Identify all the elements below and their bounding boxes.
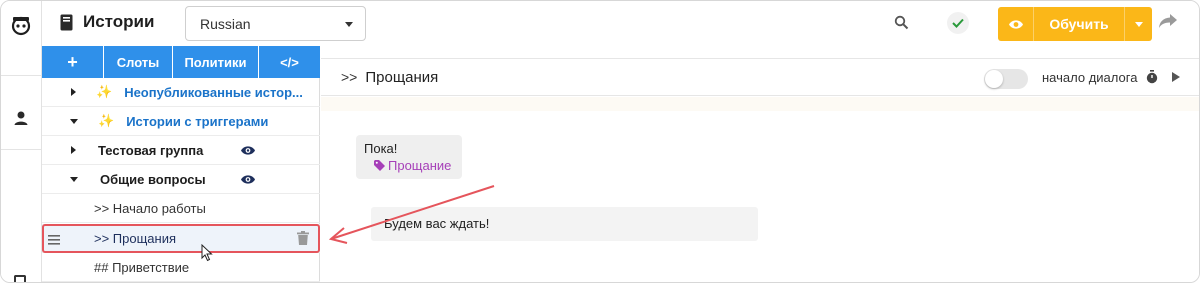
bot-response-bubble[interactable]: Будем вас ждать! [371, 207, 758, 241]
tree-story-item[interactable]: >> Начало работы [42, 194, 320, 223]
user-message-text: Пока! [364, 141, 398, 156]
sparkles-icon: ✨ [96, 84, 113, 99]
toggle-knob [985, 70, 1003, 88]
language-select-value: Russian [200, 15, 251, 32]
story-tree-panel: + Слоты Политики </> ✨ Неопубликованные … [42, 46, 320, 282]
header-strip [321, 97, 1199, 111]
page-title: Истории [83, 12, 155, 31]
tree-toolbar: + Слоты Политики </> [42, 46, 320, 78]
train-dropdown-toggle[interactable] [1124, 7, 1152, 41]
user-icon[interactable] [1, 101, 41, 135]
sparkles-icon: ✨ [98, 113, 115, 128]
chevron-down-icon [345, 22, 353, 27]
tree-group-unpublished[interactable]: ✨ Неопубликованные истор... [42, 78, 320, 107]
chevron-down-icon[interactable] [70, 118, 78, 124]
intent-name: Прощание [388, 158, 452, 173]
top-bar: Истории Russian Обучить [42, 1, 1199, 46]
toggle-label: начало диалога [1042, 70, 1138, 85]
tree-group-label: Общие вопросы [100, 171, 206, 187]
logo-icon[interactable] [1, 7, 41, 43]
intent-label[interactable]: Прощание [374, 158, 451, 173]
eye-icon[interactable] [240, 173, 256, 188]
timer-icon[interactable] [1146, 70, 1158, 89]
chevron-right-icon[interactable] [71, 146, 76, 154]
chevron-down-icon [1134, 21, 1143, 27]
user-message-bubble[interactable]: Пока! Прощание [356, 135, 462, 179]
check-icon[interactable] [947, 12, 969, 34]
rail-bottom-icon[interactable] [14, 275, 26, 282]
book-icon [60, 14, 73, 30]
tree-group-label: Истории с триггерами [126, 113, 269, 129]
share-icon[interactable] [1158, 13, 1178, 34]
slots-button[interactable]: Слоты [104, 46, 173, 78]
story-editor: >> Прощания начало диалога Пока! Прощани… [321, 46, 1199, 282]
train-button[interactable]: Обучить [998, 7, 1152, 41]
icon-rail [1, 1, 42, 282]
tree-story-item[interactable]: ## Приветствие [42, 253, 320, 282]
tree-group-label: Неопубликованные истор... [124, 84, 303, 100]
rail-divider [1, 75, 41, 76]
add-story-group-button[interactable]: + [42, 46, 104, 78]
story-title[interactable]: Прощания [365, 69, 438, 86]
train-button-label: Обучить [1049, 16, 1109, 32]
story-label: >> Начало работы [94, 200, 206, 216]
app-window: Истории Russian Обучить + Слоты Политики… [0, 0, 1200, 283]
tree-group-test[interactable]: Тестовая группа [42, 136, 320, 165]
page-title-group: Истории [60, 12, 154, 32]
policies-button[interactable]: Политики [173, 46, 259, 78]
code-editor-button[interactable]: </> [259, 46, 320, 78]
tag-icon [374, 160, 385, 171]
eye-icon [998, 7, 1034, 41]
rail-divider [1, 149, 41, 150]
story-header: >> Прощания начало диалога [321, 58, 1199, 96]
selection-highlight [42, 224, 320, 253]
story-prefix-icon: >> [341, 69, 358, 85]
tree-group-label: Тестовая группа [98, 142, 204, 158]
tree-group-faq[interactable]: Общие вопросы [42, 165, 320, 194]
chevron-down-icon[interactable] [70, 176, 78, 182]
cursor-icon [201, 243, 213, 267]
eye-icon[interactable] [240, 144, 256, 159]
start-dialog-toggle[interactable] [984, 69, 1028, 89]
story-label: ## Приветствие [94, 259, 190, 275]
language-select[interactable]: Russian [185, 6, 366, 41]
tree-group-triggers[interactable]: ✨ Истории с триггерами [42, 107, 320, 136]
bot-response-text: Будем вас ждать! [384, 216, 490, 231]
search-icon[interactable] [894, 15, 909, 35]
play-icon[interactable] [1172, 72, 1180, 82]
chevron-right-icon[interactable] [71, 88, 76, 96]
